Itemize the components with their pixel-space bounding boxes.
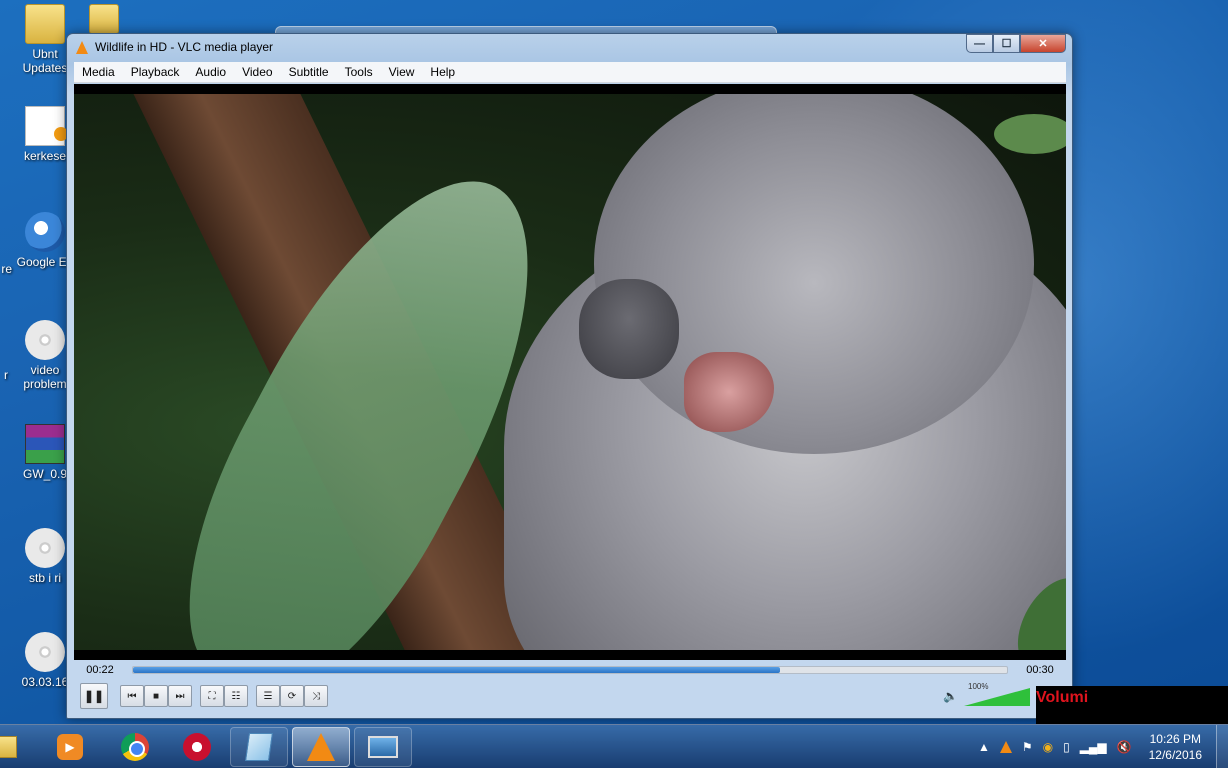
document-icon: [25, 106, 68, 146]
pause-button[interactable]: ❚❚: [80, 683, 108, 709]
video-area[interactable]: [74, 84, 1066, 660]
volume-slider[interactable]: 100%: [964, 682, 1030, 706]
clock-date: 12/6/2016: [1148, 748, 1202, 762]
extended-settings-button[interactable]: ☷: [224, 685, 248, 707]
control-bar: ❚❚ ⏮ ■ ⏭ ⛶ ☷ ☰ ⟳ ⤨ 🔈 100%: [74, 680, 1066, 712]
speaker-icon[interactable]: 🔈: [943, 689, 958, 703]
elapsed-time: 00:22: [86, 664, 114, 676]
desktop-edge-label: re: [1, 262, 12, 276]
volume-area: 🔈 100%: [943, 680, 1030, 712]
media-file-icon: [25, 632, 65, 672]
media-player-icon: ▶: [57, 734, 83, 760]
next-button[interactable]: ⏭: [168, 685, 192, 707]
taskbar-chrome[interactable]: [106, 727, 164, 767]
sticky-notes-icon: [245, 733, 273, 761]
chrome-icon: [121, 733, 149, 761]
taskbar-explorer[interactable]: [0, 727, 28, 767]
title-bar[interactable]: Wildlife in HD - VLC media player — ☐ ✕: [67, 34, 1072, 60]
playlist-button[interactable]: ☰: [256, 685, 280, 707]
show-desktop-button[interactable]: [1216, 725, 1228, 768]
menu-media[interactable]: Media: [74, 65, 123, 79]
loop-button[interactable]: ⟳: [280, 685, 304, 707]
media-file-icon: [25, 528, 65, 568]
random-button[interactable]: ⤨: [304, 685, 328, 707]
menu-video[interactable]: Video: [234, 65, 280, 79]
red-app-icon: [183, 733, 211, 761]
clock[interactable]: 10:26 PM 12/6/2016: [1149, 731, 1202, 763]
maximize-button[interactable]: ☐: [993, 34, 1020, 53]
speaker-muted-icon[interactable]: 🔇: [1117, 740, 1132, 754]
stop-button[interactable]: ■: [144, 685, 168, 707]
vlc-cone-icon: [76, 41, 88, 54]
vlc-window: Wildlife in HD - VLC media player — ☐ ✕ …: [66, 33, 1073, 719]
desktop-edge-label: r: [4, 368, 8, 382]
video-frame-koala: [74, 94, 1066, 650]
volume-percent: 100%: [968, 682, 989, 691]
flag-icon[interactable]: ⚑: [1022, 740, 1033, 754]
total-time: 00:30: [1026, 664, 1054, 676]
vlc-tray-icon[interactable]: [999, 741, 1012, 753]
folder-icon: [0, 736, 17, 758]
signal-icon[interactable]: ▂▄▆: [1080, 740, 1107, 754]
taskbar-photo-viewer[interactable]: [354, 727, 412, 767]
photo-viewer-icon: [368, 736, 398, 758]
menu-playback[interactable]: Playback: [123, 65, 188, 79]
shield-icon[interactable]: ◉: [1043, 740, 1053, 754]
seek-progress: [133, 667, 780, 673]
taskbar: ▶ ▲ ⚑ ◉ ▯ ▂▄▆ 🔇 10:26 PM 12/6/2016: [0, 724, 1228, 768]
minimize-button[interactable]: —: [966, 34, 993, 53]
folder-icon: [89, 4, 119, 34]
volumi-annotation: Volumi: [1036, 686, 1228, 724]
menu-audio[interactable]: Audio: [187, 65, 234, 79]
menu-tools[interactable]: Tools: [337, 65, 381, 79]
menu-bar: Media Playback Audio Video Subtitle Tool…: [74, 62, 1066, 83]
taskbar-vlc[interactable]: [292, 727, 350, 767]
show-hidden-icons-icon[interactable]: ▲: [978, 740, 990, 754]
clock-time: 10:26 PM: [1149, 732, 1201, 746]
window-title: Wildlife in HD - VLC media player: [95, 40, 274, 54]
close-button[interactable]: ✕: [1020, 34, 1066, 53]
rar-archive-icon: [25, 424, 65, 464]
taskbar-media-player[interactable]: ▶: [40, 727, 100, 767]
taskbar-app-red[interactable]: [168, 727, 226, 767]
previous-button[interactable]: ⏮: [120, 685, 144, 707]
seek-slider[interactable]: [132, 666, 1008, 674]
media-file-icon: [25, 320, 65, 360]
menu-subtitle[interactable]: Subtitle: [281, 65, 337, 79]
vlc-cone-icon: [307, 733, 335, 761]
window-controls: — ☐ ✕: [966, 34, 1066, 53]
menu-help[interactable]: Help: [422, 65, 463, 79]
battery-icon[interactable]: ▯: [1063, 740, 1070, 754]
system-tray: ▲ ⚑ ◉ ▯ ▂▄▆ 🔇 10:26 PM 12/6/2016: [973, 725, 1228, 768]
folder-icon: [25, 4, 65, 44]
fullscreen-button[interactable]: ⛶: [200, 685, 224, 707]
taskbar-notepad[interactable]: [230, 727, 288, 767]
google-earth-icon: [25, 212, 65, 252]
seek-row: 00:22 00:30: [74, 660, 1066, 680]
menu-view[interactable]: View: [381, 65, 423, 79]
